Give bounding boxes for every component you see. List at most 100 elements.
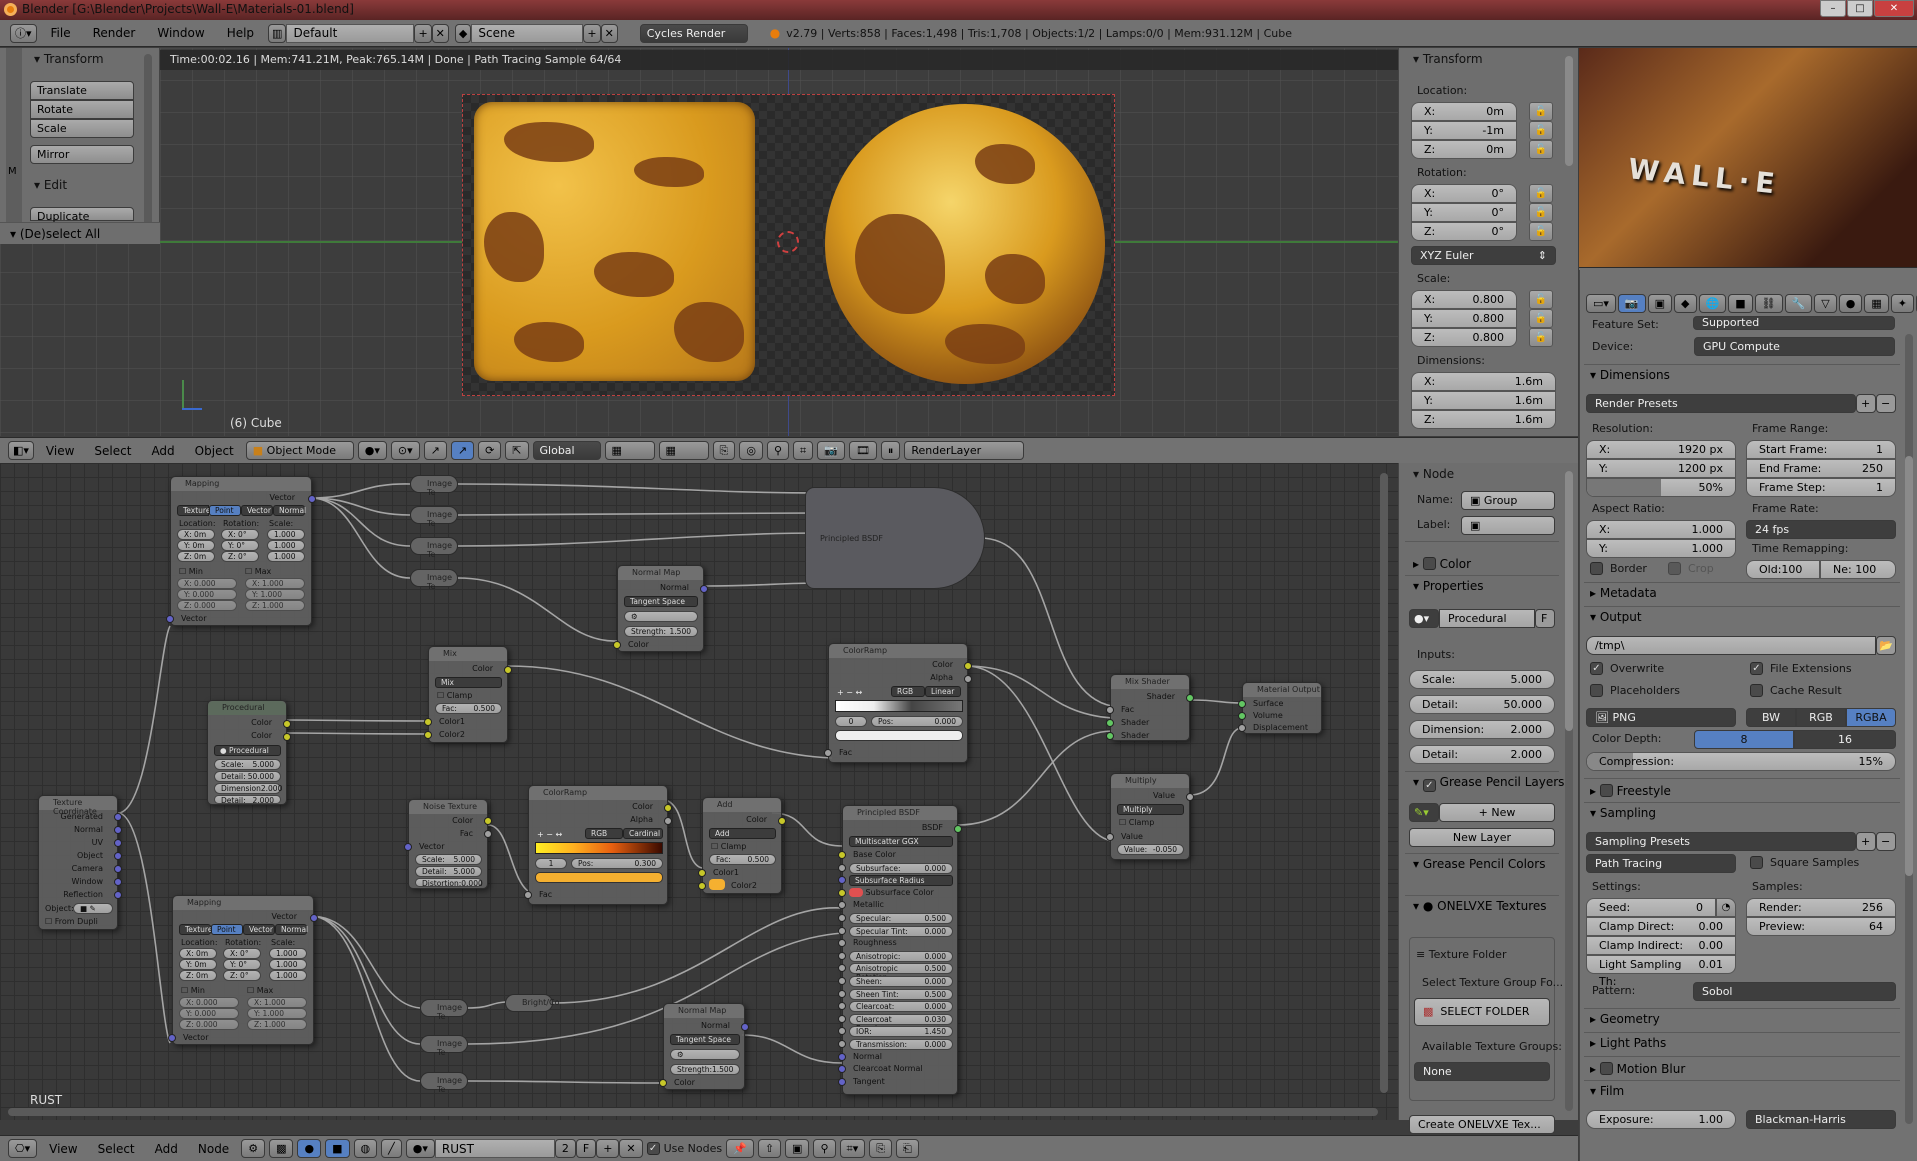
- object-picker-field[interactable]: ■ ✎: [73, 903, 113, 914]
- transform-panel-header[interactable]: ▾ Transform: [1413, 52, 1483, 66]
- particles-tab-icon[interactable]: ✦: [1890, 294, 1914, 313]
- subsurface-color-swatch[interactable]: [849, 887, 863, 897]
- clamp-checkbox[interactable]: ☐ Clamp: [711, 842, 746, 851]
- from-dupli-checkbox[interactable]: ☐ From Dupli: [45, 917, 98, 926]
- light-paths-panel-header[interactable]: ▸ Light Paths: [1590, 1036, 1666, 1050]
- render-layers-tab-icon[interactable]: ▣: [1647, 294, 1673, 313]
- color-output-socket[interactable]: [283, 720, 291, 728]
- scale-y-field[interactable]: Y: 0.800: [1411, 309, 1517, 328]
- image-texture-node[interactable]: Image Te: [410, 569, 458, 591]
- lock-icon[interactable]: 🔓: [1529, 184, 1553, 203]
- node-editor[interactable]: Mapping Vector Texture Point Vector Norm…: [0, 463, 1398, 1120]
- square-samples-checkbox[interactable]: [1750, 856, 1763, 869]
- time-remap-old-field[interactable]: Old:100: [1746, 560, 1820, 579]
- bsdf-input-anisotropic-rotation[interactable]: Anisotropic Rotation:0.500: [849, 963, 953, 982]
- toolshelf-scrollbar[interactable]: [144, 54, 152, 234]
- integrator-dropdown[interactable]: Path Tracing: [1586, 854, 1736, 873]
- manipulator-icon[interactable]: ↗: [423, 441, 447, 460]
- motion-blur-panel-header[interactable]: ▸ Motion Blur: [1590, 1060, 1685, 1076]
- frame-rate-dropdown[interactable]: 24 fps: [1746, 520, 1896, 539]
- menu-add[interactable]: Add: [143, 444, 182, 458]
- rotation-y-field[interactable]: Y: 0°: [1411, 203, 1517, 222]
- min-x-field[interactable]: X: 0.000: [179, 997, 239, 1008]
- frame-step-field[interactable]: Frame Step: 1: [1746, 478, 1896, 497]
- motion-blur-checkbox[interactable]: [1599, 1062, 1613, 1075]
- min-checkbox[interactable]: ☐ Min: [181, 986, 205, 995]
- strength-field[interactable]: Strength: 1.500: [624, 626, 698, 637]
- node-name-field[interactable]: ▣ Group: [1461, 491, 1555, 510]
- group-tree-selector[interactable]: ● Procedural: [214, 745, 281, 756]
- generated-socket[interactable]: [114, 813, 122, 821]
- menu-render[interactable]: Render: [85, 26, 144, 40]
- uv-map-field[interactable]: ⚙: [624, 611, 698, 622]
- properties-panel-header[interactable]: ▾ Properties: [1413, 579, 1484, 593]
- scale-x-field[interactable]: X: 0.800: [1411, 290, 1517, 309]
- value-output-socket[interactable]: [1186, 793, 1194, 801]
- shader1-socket[interactable]: [1106, 719, 1114, 727]
- menu-view[interactable]: View: [38, 444, 82, 458]
- scale-button[interactable]: Scale: [30, 119, 134, 138]
- parent-tree-icon[interactable]: ⇧: [757, 1139, 782, 1158]
- color-output-socket[interactable]: [964, 662, 972, 670]
- placeholders-checkbox[interactable]: [1590, 684, 1603, 697]
- mapping-tab-point[interactable]: Point: [209, 505, 241, 516]
- fac-output-socket[interactable]: [484, 830, 492, 838]
- overwrite-checkbox[interactable]: ✓: [1590, 662, 1603, 675]
- light-sampling-threshold-field[interactable]: Light Sampling Th: 0.01: [1586, 955, 1736, 988]
- compression-slider[interactable]: Compression: 15%: [1586, 752, 1896, 771]
- translate-manipulator-icon[interactable]: ↗: [450, 441, 475, 460]
- fac-input-socket[interactable]: [524, 891, 532, 899]
- space-dropdown[interactable]: Tangent Space: [670, 1034, 740, 1045]
- normal-socket[interactable]: [114, 826, 122, 834]
- alpha-output-socket[interactable]: [664, 817, 672, 825]
- bsdf-input-socket[interactable]: [838, 989, 846, 998]
- bsdf-input-transmission[interactable]: Transmission: 0.000: [849, 1039, 953, 1050]
- mix-node[interactable]: Mix Color Mix ☐ Clamp Fac: 0.500 Color1 C…: [424, 646, 512, 743]
- minimize-button[interactable]: –: [1820, 0, 1846, 17]
- mapping-tab-vector[interactable]: Vector: [241, 505, 273, 516]
- color-input-socket[interactable]: [659, 1079, 667, 1087]
- max-x-field[interactable]: X: 1.000: [245, 578, 305, 589]
- group-input-scale[interactable]: Scale: 5.000: [1409, 670, 1555, 689]
- scale-y-field[interactable]: 1.000: [269, 959, 307, 970]
- bsdf-input-clearcoat[interactable]: Clearcoat: 0.000: [849, 1001, 953, 1013]
- pixel-filter-dropdown[interactable]: Blackman-Harris: [1746, 1110, 1896, 1129]
- node-label-field[interactable]: ▣: [1461, 516, 1555, 535]
- color-mode-rgba[interactable]: RGBA: [1846, 708, 1896, 727]
- edit-section-header[interactable]: ▾ Edit: [34, 178, 67, 192]
- procedural-group-node[interactable]: Procedural Color Color ● Procedural Scal…: [207, 700, 291, 805]
- fac-input-socket[interactable]: [824, 749, 832, 757]
- mirror-button[interactable]: Mirror: [30, 145, 134, 164]
- loc-y-field[interactable]: Y: 0m: [179, 959, 217, 970]
- blend-mode-dropdown[interactable]: Add: [709, 828, 776, 839]
- scene-icon[interactable]: ◆: [454, 23, 472, 43]
- material-users-count[interactable]: 2: [554, 1139, 576, 1158]
- node-tree-name-field[interactable]: Procedural: [1439, 609, 1535, 628]
- detail-field[interactable]: Detail: 5.000: [415, 866, 482, 877]
- scale-x-field[interactable]: 1.000: [269, 948, 307, 959]
- rot-x-field[interactable]: X: 0°: [223, 948, 261, 959]
- data-tab-icon[interactable]: ▽: [1814, 294, 1837, 313]
- bsdf-output-socket[interactable]: [954, 825, 962, 833]
- bsdf-input-socket[interactable]: [838, 977, 846, 985]
- shader-linestyle-icon[interactable]: ╱: [381, 1139, 402, 1158]
- cache-result-checkbox[interactable]: [1750, 684, 1763, 697]
- properties-scrollbar[interactable]: [1905, 456, 1913, 876]
- lock-icon[interactable]: 🔓: [1529, 309, 1553, 328]
- fac-field[interactable]: Fac: 0.500: [435, 703, 502, 714]
- bsdf-input-socket[interactable]: [838, 851, 846, 859]
- add-preset-button[interactable]: +: [1856, 394, 1876, 413]
- mapping-tab-texture[interactable]: Texture: [179, 924, 212, 935]
- scale-field[interactable]: Scale: 5.000: [415, 854, 482, 865]
- copy-nodes-icon[interactable]: ⎘: [869, 1139, 893, 1158]
- max-checkbox[interactable]: ☐ Max: [247, 986, 273, 995]
- grease-pencil-checkbox[interactable]: ✓: [1422, 779, 1436, 792]
- min-z-field[interactable]: Z: 0.000: [179, 1019, 239, 1030]
- detail-input-field[interactable]: Detail: 50.000: [214, 771, 281, 782]
- image-texture-node[interactable]: Image Te: [420, 1072, 468, 1094]
- film-panel-header[interactable]: ▾ Film: [1590, 1084, 1624, 1098]
- color-ramp-gradient[interactable]: [535, 842, 663, 854]
- image-texture-node[interactable]: Image Te: [410, 475, 458, 497]
- render-samples-field[interactable]: Render: 256: [1746, 898, 1896, 917]
- bsdf-input-socket[interactable]: [838, 914, 846, 922]
